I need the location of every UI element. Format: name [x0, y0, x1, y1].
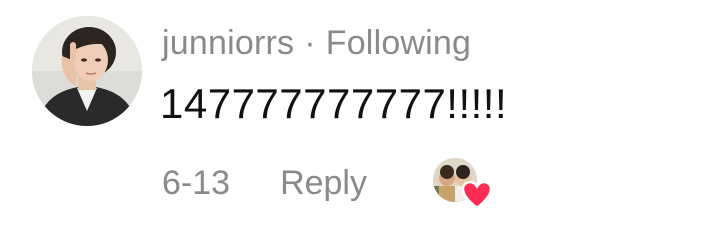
comment-item: junniorrs · Following 147777777777!!!!! … — [0, 0, 723, 241]
user-avatar[interactable] — [32, 16, 142, 126]
username-link[interactable]: junniorrs — [162, 24, 294, 63]
heart-icon — [461, 180, 493, 210]
reply-button[interactable]: Reply — [280, 164, 367, 203]
comment-meta: 6-13 Reply — [162, 158, 367, 208]
separator-dot: · — [304, 23, 316, 62]
comment-date: 6-13 — [162, 163, 231, 202]
comment-header: junniorrs · Following — [162, 18, 471, 68]
avatar-photo — [32, 16, 142, 126]
comment-text: 147777777777!!!!! — [160, 80, 508, 127]
creator-liked-indicator[interactable] — [433, 158, 497, 210]
following-status[interactable]: Following — [326, 24, 471, 63]
